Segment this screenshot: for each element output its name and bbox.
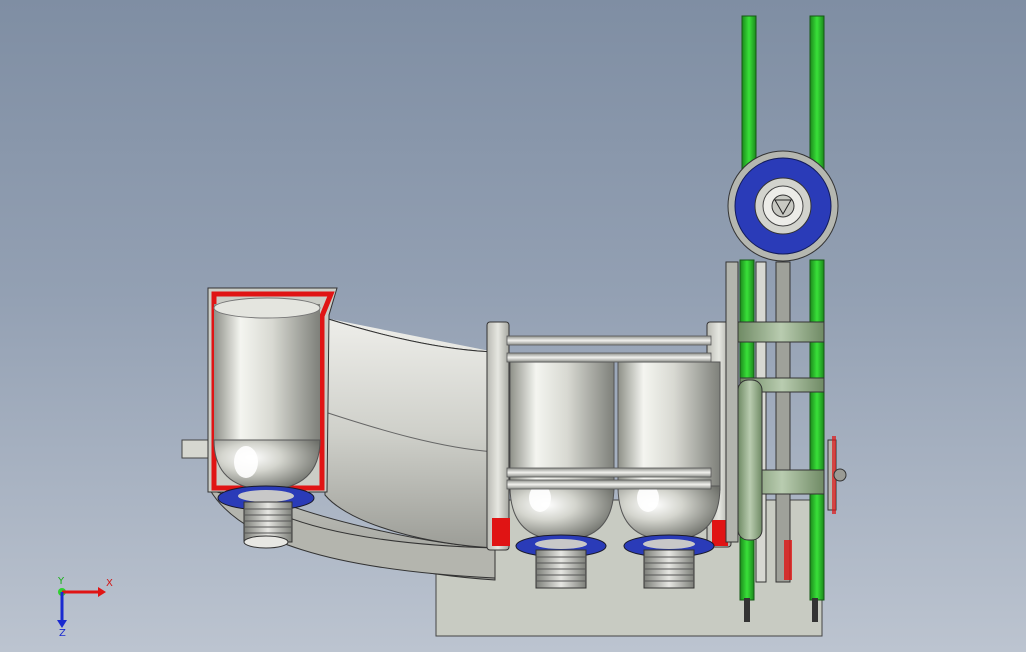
right-gear-disc[interactable] (827, 436, 847, 514)
center-tank-2[interactable] (617, 361, 721, 541)
left-tank-section[interactable] (207, 287, 338, 493)
triad-x-label: X (106, 578, 113, 589)
3d-model-view[interactable] (0, 0, 1026, 652)
graphics-viewport[interactable]: X Y Z (0, 0, 1026, 652)
orientation-triad: X Y Z (57, 576, 113, 638)
triad-z-arrow (57, 620, 67, 628)
triad-x-arrow (98, 587, 106, 597)
pulley-wheel[interactable] (727, 150, 839, 262)
triad-y-label: Y (57, 576, 65, 587)
center-tank-1[interactable] (509, 361, 615, 541)
front-flange-plate[interactable] (486, 321, 510, 551)
triad-z-label: Z (59, 628, 66, 638)
